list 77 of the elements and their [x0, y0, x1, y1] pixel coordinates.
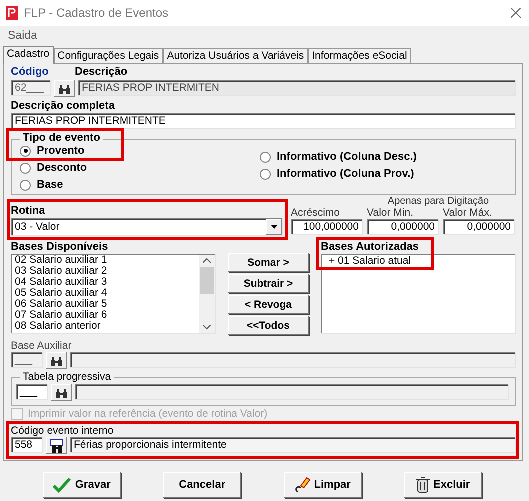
scrollbar-thumb[interactable] [200, 267, 214, 294]
list-label: Bases Disponíveis [11, 241, 110, 254]
menu-item[interactable]: Saida [8, 30, 38, 42]
field-label: Valor Min. [367, 207, 414, 219]
tab[interactable]: Informações eSocial [308, 48, 412, 63]
caret-icon [270, 225, 278, 229]
number-field[interactable]: 100,000000 [291, 219, 363, 235]
radio-label: Informativo (Coluna Prov.) [277, 168, 414, 180]
field-label: Código [11, 66, 50, 79]
scroll-down-icon[interactable] [203, 325, 211, 330]
scroll-up-icon[interactable] [203, 258, 211, 263]
list-item[interactable]: 02 Salario auxiliar 1 [12, 255, 199, 266]
code-field[interactable]: ___ [16, 384, 48, 400]
search-button[interactable] [51, 384, 72, 401]
list-item[interactable]: + 01 Salario atual [326, 256, 412, 267]
radio-button[interactable] [20, 180, 31, 190]
list-label: Bases Autorizadas [321, 241, 420, 254]
search-button[interactable] [54, 80, 75, 97]
group-label: Tabela progressiva [20, 371, 114, 383]
field-label: Rotina [11, 205, 46, 218]
clear-button[interactable]: Limpar [284, 472, 362, 498]
routine-dropdown[interactable]: 03 - Valor [11, 218, 283, 236]
search-button[interactable] [46, 437, 67, 454]
list-item[interactable]: 05 Salario auxiliar 4 [12, 288, 199, 299]
action-button[interactable]: Somar > [228, 253, 309, 272]
cancel-button[interactable]: Cancelar [163, 472, 242, 498]
binoculars-icon [50, 438, 64, 452]
window-title: FLP - Cadastro de Eventos [24, 6, 170, 20]
radio-label: Base [37, 179, 64, 191]
full-description-field[interactable]: FERIAS PROP INTERMITENTE [11, 113, 516, 129]
list-item[interactable]: 08 Salario anterior [12, 321, 199, 332]
group-label: Tipo de evento [20, 132, 104, 145]
authorized-bases-list[interactable]: + 01 Salario atual [321, 254, 516, 334]
description-field[interactable]: Férias proporcionais intermitente [70, 437, 516, 453]
number-field[interactable]: 0,000000 [443, 219, 515, 235]
action-button[interactable]: <<Todos [228, 316, 309, 335]
radio-label: Provento [37, 145, 85, 157]
code-field[interactable]: 558 [11, 437, 43, 453]
radio-button[interactable] [20, 162, 31, 174]
caption: Apenas para Digitação [386, 197, 490, 207]
radio-button[interactable] [20, 146, 31, 156]
tab[interactable]: Configurações Legais [54, 48, 164, 63]
field-label: Valor Máx. [443, 207, 494, 219]
radio-label: Desconto [37, 162, 88, 174]
number-field[interactable]: 0,000000 [367, 219, 439, 235]
close-icon[interactable] [511, 8, 521, 18]
description-field[interactable] [70, 352, 516, 368]
field-label: Descrição [75, 66, 128, 79]
field-label: Código evento interno [11, 425, 115, 437]
field-label: Descrição completa [11, 100, 116, 113]
radio-button[interactable] [260, 152, 271, 162]
radio-label: Informativo (Coluna Desc.) [277, 151, 417, 163]
tab[interactable]: Cadastro [3, 46, 54, 64]
eraser-icon [294, 477, 310, 493]
tab[interactable]: Autoriza Usuários a Variáveis [163, 48, 308, 63]
search-button[interactable] [46, 352, 67, 369]
trash-icon [416, 477, 430, 493]
checkbox-label: Imprimir valor na referência (evento de rotina Valor) [28, 408, 268, 420]
list-item[interactable]: 06 Salario auxiliar 5 [12, 299, 199, 310]
binoculars-icon [50, 356, 63, 366]
action-button[interactable]: < Revoga [228, 295, 309, 314]
app-icon [6, 6, 18, 20]
code-field[interactable]: ___ [11, 352, 43, 368]
list-item[interactable]: 04 Salario auxiliar 3 [12, 277, 199, 288]
available-bases-list[interactable]: 02 Salario auxiliar 1 03 Salario auxiliar 2 04 Salario auxiliar 3 05 Salario auxiliar 4 06 Salario auxiliar 5 07 Salario auxiliar 6 08 Salario anterior [11, 254, 216, 334]
field-label: Base Auxiliar [11, 340, 73, 352]
save-button[interactable]: Gravar [43, 472, 122, 498]
binoculars-icon [58, 84, 71, 94]
list-item[interactable]: 03 Salario auxiliar 2 [12, 266, 199, 277]
delete-button[interactable]: Excluir [404, 472, 482, 498]
checkmark-icon [53, 478, 72, 492]
description-field[interactable] [75, 384, 509, 400]
list-item[interactable]: 07 Salario auxiliar 6 [12, 310, 199, 321]
action-button[interactable]: Subtrair > [228, 274, 309, 293]
radio-button[interactable] [260, 168, 271, 180]
binoculars-icon [55, 388, 68, 398]
field-label: Acréscimo [291, 207, 342, 219]
